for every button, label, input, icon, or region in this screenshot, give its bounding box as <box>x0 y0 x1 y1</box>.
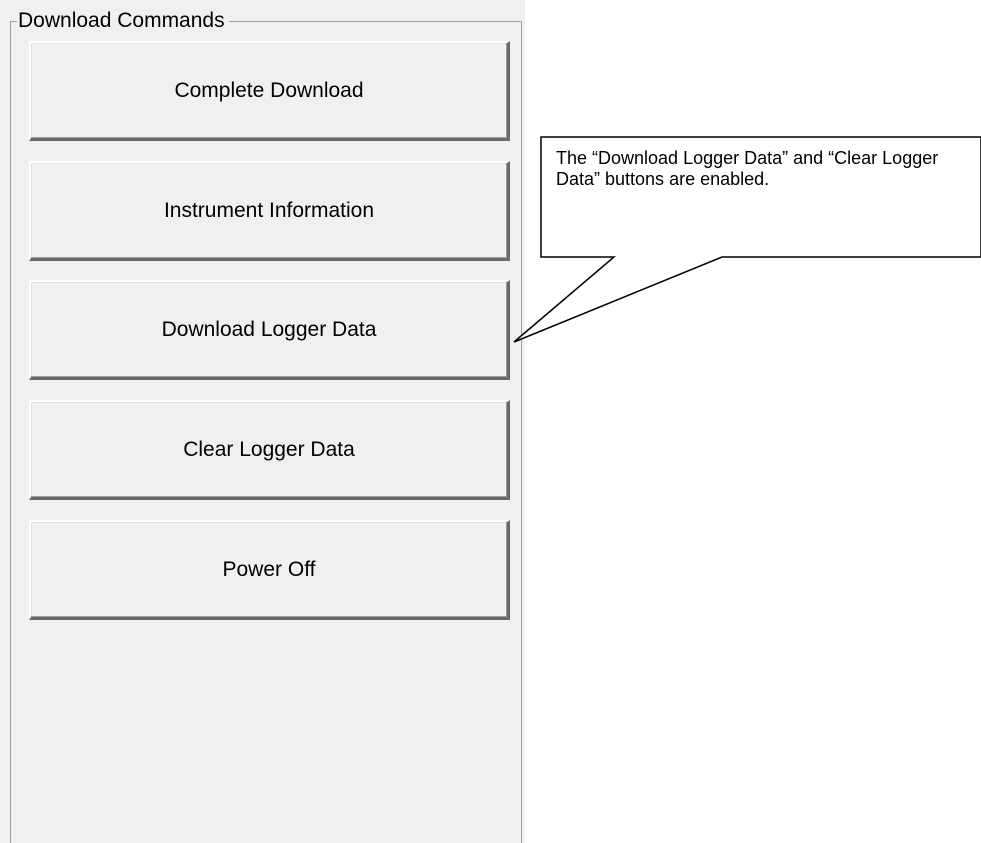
download-commands-panel: Download Commands Complete Download Inst… <box>0 0 525 843</box>
complete-download-button[interactable]: Complete Download <box>29 41 510 141</box>
screenshot-stage: Download Commands Complete Download Inst… <box>0 0 981 843</box>
download-logger-data-button[interactable]: Download Logger Data <box>29 280 510 380</box>
clear-logger-data-button[interactable]: Clear Logger Data <box>29 400 510 500</box>
groupbox-title: Download Commands <box>17 8 229 34</box>
power-off-button[interactable]: Power Off <box>29 520 510 620</box>
callout-text: The “Download Logger Data” and “Clear Lo… <box>556 148 939 189</box>
instrument-information-button[interactable]: Instrument Information <box>29 161 510 261</box>
